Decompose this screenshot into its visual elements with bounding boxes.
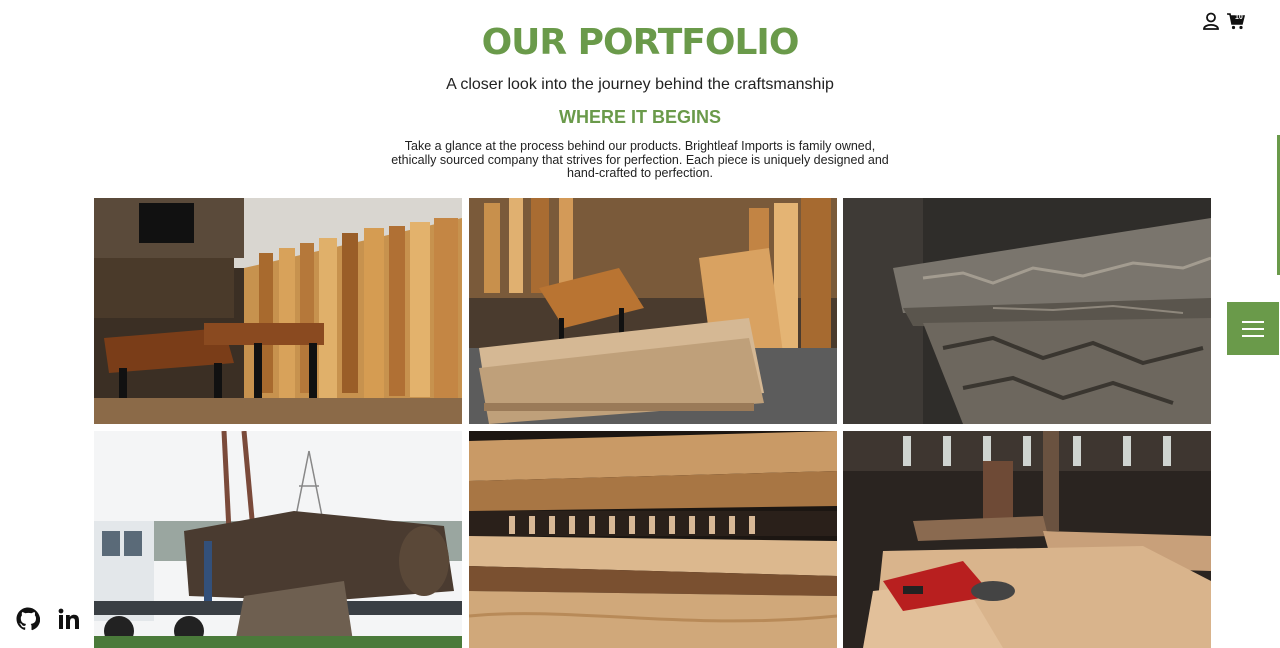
hamburger-icon-line — [1242, 327, 1264, 330]
linkedin-icon[interactable] — [57, 607, 81, 631]
github-icon[interactable] — [16, 607, 40, 631]
cart-count-badge: 10 — [1235, 14, 1243, 21]
portfolio-gallery — [94, 198, 1212, 648]
hamburger-icon-line — [1242, 334, 1264, 337]
page-subtitle: A closer look into the journey behind th… — [446, 76, 834, 93]
gallery-image-workshop-grinder[interactable] — [843, 431, 1211, 648]
gallery-image-log-loading[interactable] — [94, 431, 462, 648]
gallery-image-showroom[interactable] — [94, 198, 462, 424]
section-heading: WHERE IT BEGINS — [558, 107, 721, 127]
intro-text: Take a glance at the process behind our … — [391, 139, 889, 180]
menu-button[interactable] — [1227, 302, 1279, 355]
gallery-image-tree-bark[interactable] — [843, 198, 1211, 424]
gallery-image-stacked-slabs[interactable] — [469, 198, 837, 424]
hamburger-icon — [1242, 320, 1264, 323]
page-title: OUR PORTFOLIO — [481, 22, 800, 63]
gallery-image-wood-planks[interactable] — [469, 431, 837, 648]
